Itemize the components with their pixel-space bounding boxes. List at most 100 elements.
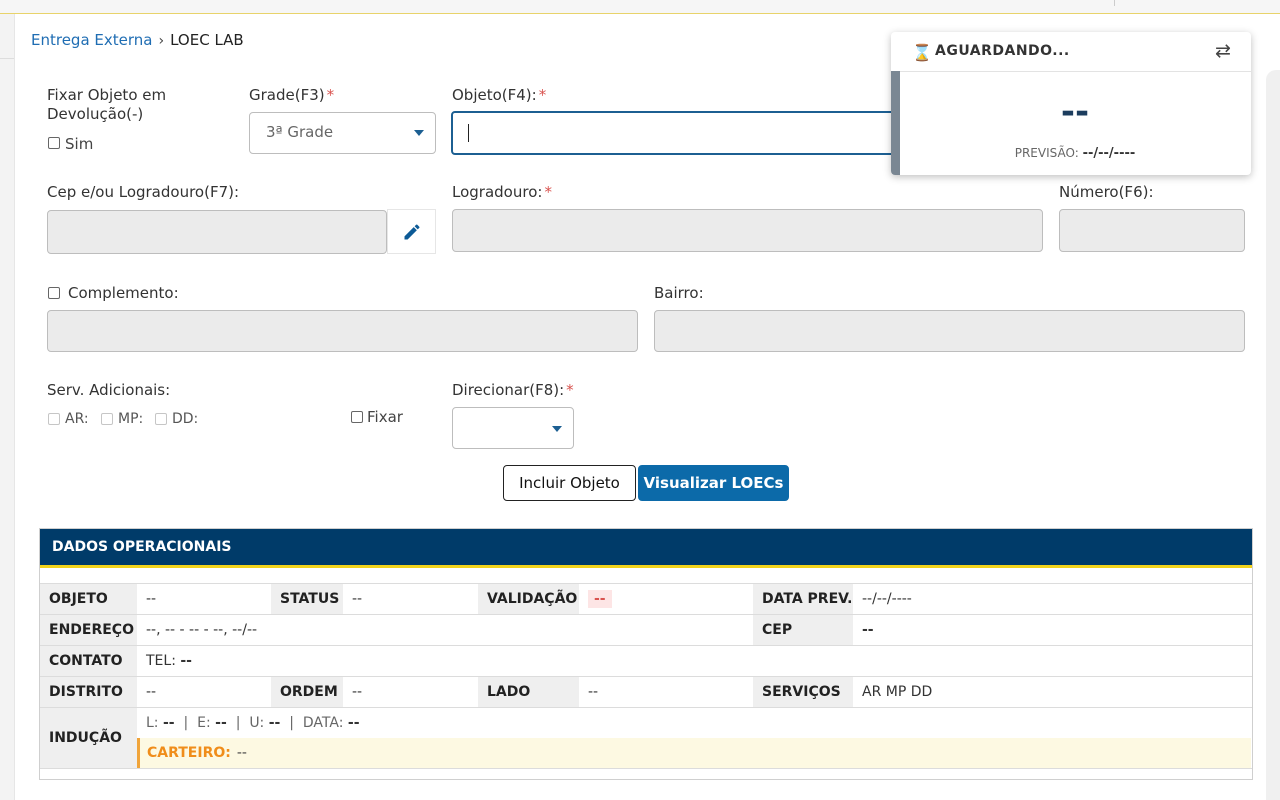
ar-checkbox[interactable] xyxy=(48,413,60,425)
lado-key: LADO xyxy=(478,677,579,707)
contato-tel-label: TEL: xyxy=(146,653,176,669)
bairro-label: Bairro: xyxy=(654,284,704,302)
objeto-label: Objeto(F4): * xyxy=(452,86,546,104)
complemento-input[interactable] xyxy=(47,310,638,352)
grade-select-value: 3ª Grade xyxy=(266,123,334,141)
objeto-required-mark: * xyxy=(538,86,547,104)
fixar-objeto-checkbox[interactable] xyxy=(48,137,60,149)
complemento-checkbox[interactable] xyxy=(48,287,60,299)
validacao-key: VALIDAÇÃO xyxy=(478,584,579,614)
mp-checkbox[interactable] xyxy=(101,413,113,425)
bairro-input[interactable] xyxy=(654,310,1245,352)
objeto-label-text: Objeto(F4): xyxy=(452,86,537,104)
cep-value: -- xyxy=(862,622,874,638)
direcionar-select[interactable] xyxy=(452,407,574,449)
complemento-label: Complemento: xyxy=(68,284,179,302)
incluir-objeto-button[interactable]: Incluir Objeto xyxy=(503,465,636,501)
ordem-value: -- xyxy=(352,684,363,700)
direcionar-label: Direcionar(F8): * xyxy=(452,381,574,399)
ordem-key: ORDEM xyxy=(271,677,343,707)
breadcrumb: Entrega Externa › LOEC LAB xyxy=(31,31,244,49)
panel-header: DADOS OPERACIONAIS xyxy=(40,529,1252,568)
table-row: OBJETO -- STATUS -- VALIDAÇÃO -- DATA PR… xyxy=(40,584,1252,615)
carteiro-key: CARTEIRO: xyxy=(147,745,231,761)
visualizar-loecs-button[interactable]: Visualizar LOECs xyxy=(638,465,789,501)
ind-u-value: -- xyxy=(268,715,281,731)
fixar-objeto-option-label: Sim xyxy=(65,135,94,153)
distrito-value: -- xyxy=(146,684,157,700)
contato-value: TEL: -- xyxy=(137,646,1252,676)
data-prev-value: --/--/---- xyxy=(862,591,912,607)
data-prev-key: DATA PREV. xyxy=(753,584,853,614)
grade-label: Grade(F3) * xyxy=(249,86,334,104)
validacao-badge: -- xyxy=(588,590,612,608)
table-row: DISTRITO -- ORDEM -- LADO -- SERVIÇOS AR… xyxy=(40,677,1252,708)
ind-e-value: -- xyxy=(215,715,227,731)
previsao-value: --/--/---- xyxy=(1082,146,1136,161)
ind-l-value: -- xyxy=(162,715,175,731)
cep-label: Cep e/ou Logradouro(F7): xyxy=(47,183,240,201)
ind-separator: | xyxy=(289,715,294,731)
mp-label: MP: xyxy=(118,411,144,427)
inducao-details: L: -- | E: -- | U: -- | DATA: -- xyxy=(137,708,360,738)
pencil-icon xyxy=(404,224,420,240)
popup-previsao: PREVISÃO: --/--/---- xyxy=(891,146,1251,161)
numero-input[interactable] xyxy=(1059,209,1245,252)
previsao-label: PREVISÃO: xyxy=(1014,146,1079,160)
logradouro-input[interactable] xyxy=(452,209,1043,252)
endereco-key: ENDEREÇO xyxy=(40,615,137,645)
left-strip-divider xyxy=(0,58,14,59)
fixar-checkbox[interactable] xyxy=(351,411,363,423)
ind-separator: | xyxy=(235,715,241,731)
cep-key: CEP xyxy=(753,615,853,645)
left-nav-strip[interactable] xyxy=(0,14,15,800)
ind-u-key: U: xyxy=(249,715,265,731)
direcionar-label-text: Direcionar(F8): xyxy=(452,381,565,399)
lado-value: -- xyxy=(588,684,599,700)
table-row: CONTATO TEL: -- xyxy=(40,646,1252,677)
cep-input[interactable] xyxy=(47,210,387,254)
text-cursor xyxy=(468,124,469,142)
grade-label-text: Grade(F3) xyxy=(249,86,325,104)
dd-label: DD: xyxy=(172,411,199,427)
ind-data-value: -- xyxy=(347,715,360,731)
objeto-input[interactable] xyxy=(451,111,911,155)
caret-down-icon xyxy=(552,426,562,432)
objeto-key: OBJETO xyxy=(40,584,137,614)
grade-select[interactable]: 3ª Grade xyxy=(249,112,436,154)
fixar-label: Fixar xyxy=(367,408,403,426)
right-scroll-strip[interactable] xyxy=(1266,70,1280,800)
carteiro-row: CARTEIRO: -- xyxy=(137,738,1251,768)
popup-title: AGUARDANDO... xyxy=(935,43,1070,59)
edit-cep-button[interactable] xyxy=(387,209,436,254)
servicos-value: AR MP DD xyxy=(862,684,933,700)
objeto-value: -- xyxy=(146,591,157,607)
logradouro-label: Logradouro: * xyxy=(452,183,552,201)
popup-value: -- xyxy=(1060,92,1090,132)
status-key: STATUS xyxy=(271,584,343,614)
ind-separator: | xyxy=(183,715,189,731)
dados-operacionais-panel: DADOS OPERACIONAIS OBJETO -- STATUS -- V… xyxy=(39,528,1253,780)
ind-data-key: DATA: xyxy=(302,715,344,731)
hourglass-icon: ⌛ xyxy=(912,43,932,62)
popup-header: ⌛ AGUARDANDO... ⇄ xyxy=(891,32,1251,72)
table-row: INDUÇÃO L: -- | E: -- | U: -- | DATA: --… xyxy=(40,708,1252,769)
contato-key: CONTATO xyxy=(40,646,137,676)
browser-top-bar xyxy=(0,0,1280,14)
breadcrumb-chevron-icon: › xyxy=(158,33,165,49)
table-row: ENDEREÇO --, -- - -- - --, --/-- CEP -- xyxy=(40,615,1252,646)
endereco-value: --, -- - -- - --, --/-- xyxy=(146,622,258,638)
dados-grid: OBJETO -- STATUS -- VALIDAÇÃO -- DATA PR… xyxy=(40,583,1252,769)
contato-tel-value: -- xyxy=(180,653,192,669)
caret-down-icon xyxy=(414,130,424,136)
breadcrumb-parent-link[interactable]: Entrega Externa xyxy=(31,31,152,49)
dd-checkbox[interactable] xyxy=(155,413,167,425)
serv-adicionais-label: Serv. Adicionais: xyxy=(47,381,171,399)
ind-l-key: L: xyxy=(146,715,159,731)
swap-icon[interactable]: ⇄ xyxy=(1215,40,1231,62)
validacao-cell: -- xyxy=(579,584,753,614)
status-popup: ⌛ AGUARDANDO... ⇄ -- PREVISÃO: --/--/---… xyxy=(891,32,1251,175)
servicos-key: SERVIÇOS xyxy=(753,677,853,707)
status-value: -- xyxy=(352,591,363,607)
panel-title: DADOS OPERACIONAIS xyxy=(52,539,232,555)
